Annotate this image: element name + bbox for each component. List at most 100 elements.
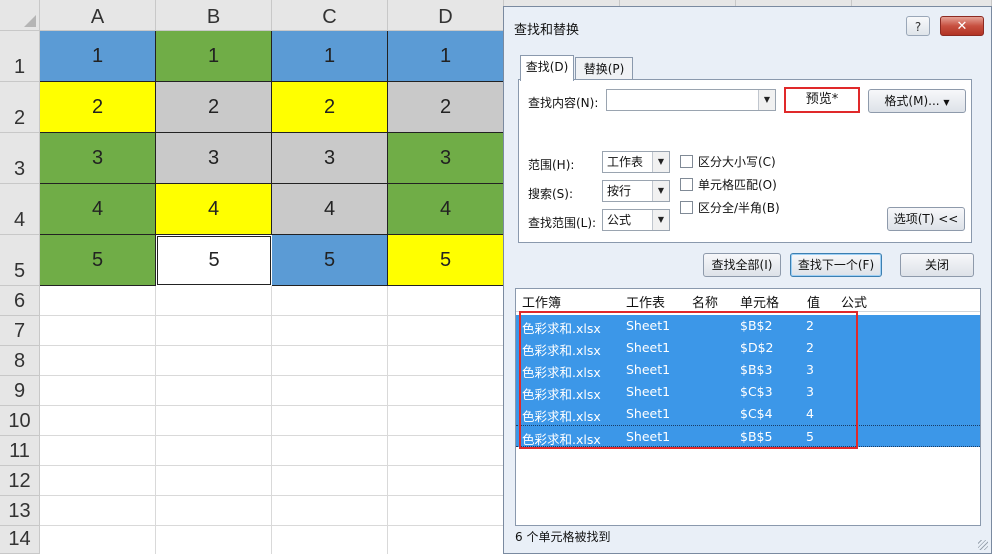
- chevron-down-icon: ▼: [652, 210, 669, 230]
- result-workbook: 色彩求和.xlsx: [522, 387, 601, 402]
- cell-d4[interactable]: 4: [388, 184, 504, 235]
- cell-b3[interactable]: 3: [156, 133, 272, 184]
- cell-b1[interactable]: 1: [156, 31, 272, 82]
- dialog-titlebar[interactable]: 查找和替换 ? ✕: [504, 7, 991, 43]
- row-header-5[interactable]: 5: [0, 235, 40, 286]
- gridline: [387, 286, 388, 554]
- result-sheet: Sheet1: [626, 318, 671, 333]
- column-header-c[interactable]: C: [272, 0, 388, 31]
- result-cell: $C$3: [740, 384, 773, 399]
- cell-a1[interactable]: 1: [40, 31, 156, 82]
- cell-d5[interactable]: 5: [388, 235, 504, 286]
- result-row[interactable]: 色彩求和.xlsx Sheet1 $C$3 3: [516, 381, 980, 403]
- cell-b5-active[interactable]: 5: [157, 236, 271, 285]
- cell-d2[interactable]: 2: [388, 82, 504, 133]
- row-header-14[interactable]: 14: [0, 526, 40, 554]
- find-replace-dialog: 查找和替换 ? ✕ 查找(D) 替换(P) 查找内容(N): ▼ 预览* 格式(…: [503, 6, 992, 554]
- chevron-down-icon[interactable]: ▼: [758, 90, 775, 110]
- format-button[interactable]: 格式(M)... ▼: [868, 89, 966, 113]
- result-row[interactable]: 色彩求和.xlsx Sheet1 $B$2 2: [516, 315, 980, 337]
- find-next-button[interactable]: 查找下一个(F): [790, 253, 882, 277]
- result-workbook: 色彩求和.xlsx: [522, 343, 601, 358]
- row-header-1[interactable]: 1: [0, 31, 40, 82]
- result-cell: $B$5: [740, 429, 773, 444]
- cell-c4[interactable]: 4: [272, 184, 388, 235]
- scope-value: 工作表: [607, 155, 644, 169]
- row-header-10[interactable]: 10: [0, 406, 40, 436]
- cell-c1[interactable]: 1: [272, 31, 388, 82]
- close-icon[interactable]: ✕: [940, 16, 984, 36]
- row-header-11[interactable]: 11: [0, 436, 40, 466]
- result-sheet: Sheet1: [626, 362, 671, 377]
- cell-b2[interactable]: 2: [156, 82, 272, 133]
- col-header-workbook[interactable]: 工作簿: [522, 292, 561, 311]
- col-header-name[interactable]: 名称: [692, 292, 718, 311]
- look-in-label: 查找范围(L):: [528, 216, 597, 230]
- col-header-sheet[interactable]: 工作表: [626, 292, 665, 311]
- column-header-b[interactable]: B: [156, 0, 272, 31]
- cell-d1[interactable]: 1: [388, 31, 504, 82]
- find-what-input[interactable]: ▼: [606, 89, 776, 111]
- result-sheet: Sheet1: [626, 406, 671, 421]
- row-header-8[interactable]: 8: [0, 346, 40, 376]
- cell-a4[interactable]: 4: [40, 184, 156, 235]
- result-row-current[interactable]: 色彩求和.xlsx Sheet1 $B$5 5: [516, 425, 980, 447]
- results-list[interactable]: 工作簿 工作表 名称 单元格 值 公式 色彩求和.xlsx Sheet1 $B$…: [515, 288, 981, 526]
- col-header-cell[interactable]: 单元格: [740, 292, 779, 311]
- result-value: 4: [806, 406, 814, 421]
- format-button-label: 格式(M)...: [884, 94, 940, 108]
- match-byte-checkbox[interactable]: 区分全/半角(B): [680, 199, 780, 216]
- cell-a2[interactable]: 2: [40, 82, 156, 133]
- cell-c5[interactable]: 5: [272, 235, 388, 286]
- result-workbook: 色彩求和.xlsx: [522, 365, 601, 380]
- cell-d3[interactable]: 3: [388, 133, 504, 184]
- scope-select[interactable]: 工作表 ▼: [602, 151, 670, 173]
- result-workbook: 色彩求和.xlsx: [522, 321, 601, 336]
- result-value: 3: [806, 384, 814, 399]
- cell-c2[interactable]: 2: [272, 82, 388, 133]
- find-what-label: 查找内容(N):: [528, 96, 599, 110]
- result-row[interactable]: 色彩求和.xlsx Sheet1 $B$3 3: [516, 359, 980, 381]
- dialog-title: 查找和替换: [514, 23, 580, 38]
- result-value: 2: [806, 318, 814, 333]
- result-value: 5: [806, 429, 814, 444]
- match-entire-cell-label: 单元格匹配(O): [698, 178, 777, 192]
- select-all-triangle-icon: [24, 15, 36, 27]
- col-header-value[interactable]: 值: [807, 292, 820, 311]
- match-entire-cell-checkbox[interactable]: 单元格匹配(O): [680, 176, 777, 193]
- result-cell: $D$2: [740, 340, 774, 355]
- row-header-12[interactable]: 12: [0, 466, 40, 496]
- options-button[interactable]: 选项(T) <<: [887, 207, 965, 231]
- cell-c3[interactable]: 3: [272, 133, 388, 184]
- row-header-6[interactable]: 6: [0, 286, 40, 316]
- row-header-3[interactable]: 3: [0, 133, 40, 184]
- find-all-button[interactable]: 查找全部(I): [703, 253, 781, 277]
- col-header-formula[interactable]: 公式: [841, 292, 867, 311]
- cell-b4[interactable]: 4: [156, 184, 272, 235]
- status-bar-text: 6 个单元格被找到: [515, 530, 611, 544]
- look-in-select[interactable]: 公式 ▼: [602, 209, 670, 231]
- close-button[interactable]: 关闭: [900, 253, 974, 277]
- dropdown-arrow-icon: ▼: [943, 98, 950, 107]
- row-header-13[interactable]: 13: [0, 496, 40, 526]
- search-value: 按行: [607, 184, 632, 198]
- result-cell: $B$2: [740, 318, 773, 333]
- search-select[interactable]: 按行 ▼: [602, 180, 670, 202]
- cell-a5[interactable]: 5: [40, 235, 156, 286]
- cell-a3[interactable]: 3: [40, 133, 156, 184]
- row-header-4[interactable]: 4: [0, 184, 40, 235]
- row-header-2[interactable]: 2: [0, 82, 40, 133]
- row-header-7[interactable]: 7: [0, 316, 40, 346]
- result-row[interactable]: 色彩求和.xlsx Sheet1 $C$4 4: [516, 403, 980, 425]
- column-header-a[interactable]: A: [40, 0, 156, 31]
- result-row[interactable]: 色彩求和.xlsx Sheet1 $D$2 2: [516, 337, 980, 359]
- tab-find[interactable]: 查找(D): [520, 55, 574, 81]
- resize-grip-icon[interactable]: [978, 540, 988, 550]
- match-case-checkbox[interactable]: 区分大小写(C): [680, 153, 776, 170]
- select-all-corner[interactable]: [0, 0, 40, 31]
- tab-replace[interactable]: 替换(P): [575, 57, 633, 79]
- row-header-9[interactable]: 9: [0, 376, 40, 406]
- column-header-d[interactable]: D: [388, 0, 504, 31]
- gridline: [271, 286, 272, 554]
- help-button[interactable]: ?: [906, 16, 930, 36]
